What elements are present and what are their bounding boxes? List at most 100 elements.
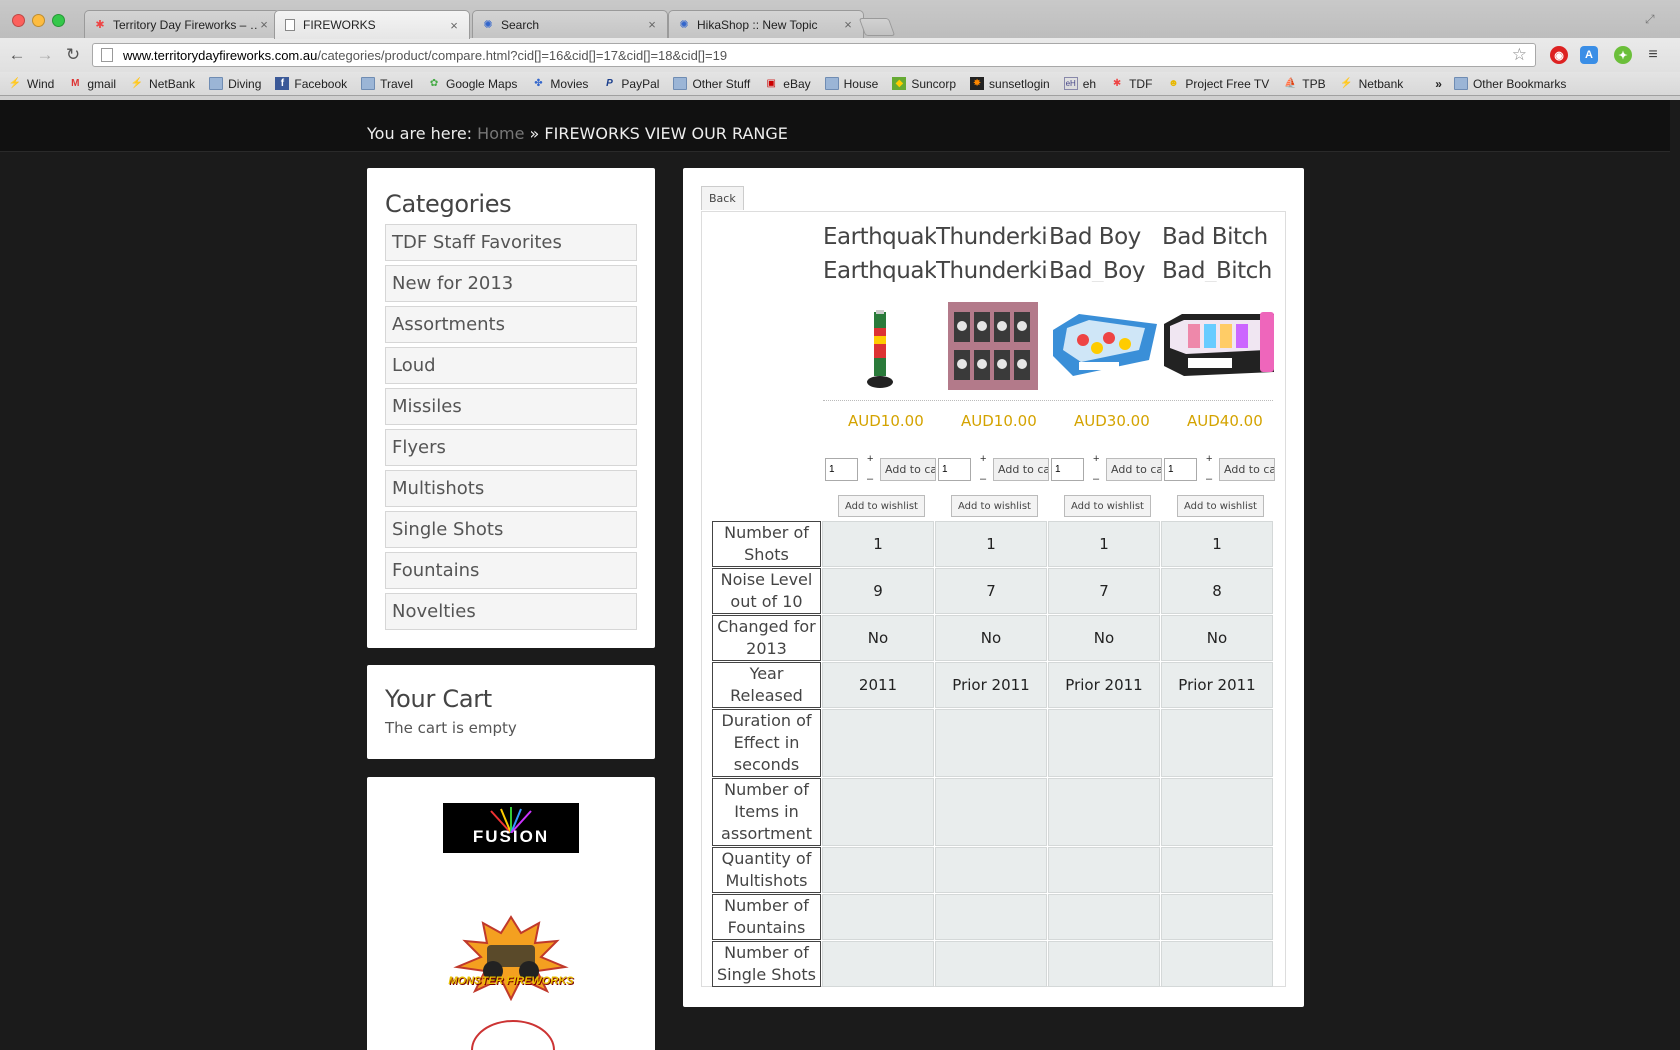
bookmark-netbank-2[interactable]: ⚡ Netbank xyxy=(1340,77,1403,91)
bookmark-paypal[interactable]: P PayPal xyxy=(602,77,659,91)
tab-fireworks[interactable]: FIREWORKS × xyxy=(274,10,470,39)
adblock-icon[interactable]: ◉ xyxy=(1550,46,1568,64)
category-assortments[interactable]: Assortments xyxy=(385,306,637,343)
product-name[interactable]: Bad Boy xyxy=(1049,224,1141,250)
brand-logo-partial[interactable] xyxy=(471,1020,555,1050)
back-arrow-icon[interactable]: ← xyxy=(6,44,28,66)
product-name[interactable]: Bad Bitch xyxy=(1162,224,1268,250)
tab-hikashop-new-topic[interactable]: ✺ HikaShop :: New Topic × xyxy=(668,10,864,38)
category-single-shots[interactable]: Single Shots xyxy=(385,511,637,548)
table-row: Noise Level out of 10 9 7 7 8 xyxy=(712,568,1273,614)
bookmark-tdf[interactable]: ✱ TDF xyxy=(1110,77,1153,91)
translate-icon[interactable]: A xyxy=(1580,46,1598,64)
add-to-cart-button[interactable]: Add to car xyxy=(1219,458,1275,481)
bank-icon: ⚡ xyxy=(130,78,144,89)
quantity-minus-icon[interactable]: – xyxy=(1206,474,1212,485)
quantity-input[interactable] xyxy=(825,458,858,481)
quantity-plus-icon[interactable]: + xyxy=(980,454,986,465)
quantity-minus-icon[interactable]: – xyxy=(980,474,986,485)
product-image-bad-boy[interactable] xyxy=(1049,310,1161,385)
tab-territory-day-fireworks[interactable]: ✱ Territory Day Fireworks – … × xyxy=(84,10,280,38)
product-image-earthquake[interactable] xyxy=(866,308,894,395)
category-tdf-staff-favorites[interactable]: TDF Staff Favorites xyxy=(385,224,637,261)
new-tab-button[interactable] xyxy=(858,18,896,36)
spec-value: No xyxy=(822,615,934,661)
category-multishots[interactable]: Multishots xyxy=(385,470,637,507)
bookmark-netbank[interactable]: ⚡ NetBank xyxy=(130,77,195,91)
bookmark-sunsetlogin[interactable]: ✸ sunsetlogin xyxy=(970,77,1050,91)
bookmark-tpb[interactable]: ⛵ TPB xyxy=(1283,77,1326,91)
quantity-minus-icon[interactable]: – xyxy=(1093,474,1099,485)
breadcrumb-home-link[interactable]: Home xyxy=(477,124,524,143)
tpb-icon: ⛵ xyxy=(1284,78,1297,89)
add-to-cart-button[interactable]: Add to car xyxy=(880,458,936,481)
bookmark-star-icon[interactable]: ☆ xyxy=(1512,45,1527,65)
tab-close-icon[interactable]: × xyxy=(447,18,461,33)
product-image-bad-bitch[interactable] xyxy=(1162,310,1275,380)
quantity-plus-icon[interactable]: + xyxy=(867,454,873,465)
add-to-cart-button[interactable]: Add to car xyxy=(993,458,1049,481)
monster-truck-icon xyxy=(453,915,569,1002)
product-name-wrap: Bad Bitch Bad_Bitch xyxy=(1162,222,1275,282)
extension-icon[interactable]: ✦ xyxy=(1614,46,1632,64)
tab-close-icon[interactable]: × xyxy=(841,17,855,32)
bookmark-ebay[interactable]: ▣ eBay xyxy=(764,77,811,91)
quantity-plus-icon[interactable]: + xyxy=(1093,454,1099,465)
window-minimize-button[interactable] xyxy=(32,14,45,27)
bookmark-google-maps[interactable]: ✿ Google Maps xyxy=(427,77,518,91)
forward-arrow-icon[interactable]: → xyxy=(34,44,56,66)
category-loud[interactable]: Loud xyxy=(385,347,637,384)
tab-close-icon[interactable]: × xyxy=(645,17,659,32)
quantity-plus-icon[interactable]: + xyxy=(1206,454,1212,465)
bookmarks-overflow-chevron[interactable]: » xyxy=(1435,77,1442,91)
category-novelties[interactable]: Novelties xyxy=(385,593,637,630)
window-close-button[interactable] xyxy=(12,14,25,27)
bookmark-other-bookmarks[interactable]: Other Bookmarks xyxy=(1453,77,1566,91)
quantity-input[interactable] xyxy=(1051,458,1084,481)
quantity-input[interactable] xyxy=(938,458,971,481)
product-name[interactable]: Thunderking xyxy=(936,224,1049,250)
category-missiles[interactable]: Missiles xyxy=(385,388,637,425)
bookmark-diving[interactable]: Diving xyxy=(209,77,261,91)
add-to-cart-button[interactable]: Add to car xyxy=(1106,458,1162,481)
spec-value xyxy=(822,894,934,940)
product-code: Bad_Bitch xyxy=(1162,258,1272,282)
monster-fireworks-logo[interactable]: MONSTER FIREWORKS xyxy=(447,915,575,1002)
tab-search[interactable]: ✺ Search × xyxy=(472,10,668,38)
bookmark-wind[interactable]: ⚡ Wind xyxy=(8,77,55,91)
folder-icon xyxy=(1453,77,1468,90)
add-to-wishlist-button[interactable]: Add to wishlist xyxy=(951,495,1038,517)
bookmark-house[interactable]: House xyxy=(824,77,878,91)
bookmark-suncorp[interactable]: ◆ Suncorp xyxy=(892,77,956,91)
bookmark-other-stuff[interactable]: Other Stuff xyxy=(673,77,750,91)
table-row: Number of Shots 1 1 1 1 xyxy=(712,521,1273,567)
reload-icon[interactable]: ↻ xyxy=(62,44,84,66)
spec-value xyxy=(1161,709,1273,777)
product-name[interactable]: Earthquake xyxy=(823,224,936,250)
add-to-wishlist-button[interactable]: Add to wishlist xyxy=(1177,495,1264,517)
bookmark-gmail[interactable]: Mgmail xyxy=(68,77,116,91)
add-to-wishlist-button[interactable]: Add to wishlist xyxy=(1064,495,1151,517)
menu-icon[interactable]: ≡ xyxy=(1644,46,1662,64)
bookmark-facebook[interactable]: f Facebook xyxy=(275,77,347,91)
fusion-logo[interactable]: FUSION xyxy=(443,803,579,853)
window-maximize-button[interactable] xyxy=(52,14,65,27)
spec-value: 8 xyxy=(1161,568,1273,614)
bookmark-movies[interactable]: ✤ Movies xyxy=(531,77,588,91)
quantity-minus-icon[interactable]: – xyxy=(867,474,873,485)
bookmark-eh[interactable]: eH eh xyxy=(1063,77,1096,91)
category-flyers[interactable]: Flyers xyxy=(385,429,637,466)
category-fountains[interactable]: Fountains xyxy=(385,552,637,589)
back-button[interactable]: Back xyxy=(701,186,744,210)
add-to-wishlist-button[interactable]: Add to wishlist xyxy=(838,495,925,517)
category-new-for-2013[interactable]: New for 2013 xyxy=(385,265,637,302)
quantity-input[interactable] xyxy=(1164,458,1197,481)
fullscreen-icon[interactable]: ⤢ xyxy=(1645,12,1659,26)
bookmark-travel[interactable]: Travel xyxy=(361,77,413,91)
breadcrumb-separator: » xyxy=(529,124,540,143)
spec-value: 1 xyxy=(935,521,1047,567)
tab-close-icon[interactable]: × xyxy=(257,17,271,32)
product-image-thunderking[interactable] xyxy=(948,302,1038,395)
address-bar[interactable]: www.territorydayfireworks.com.au/categor… xyxy=(92,43,1536,67)
bookmark-project-free-tv[interactable]: ☻ Project Free TV xyxy=(1166,77,1269,91)
